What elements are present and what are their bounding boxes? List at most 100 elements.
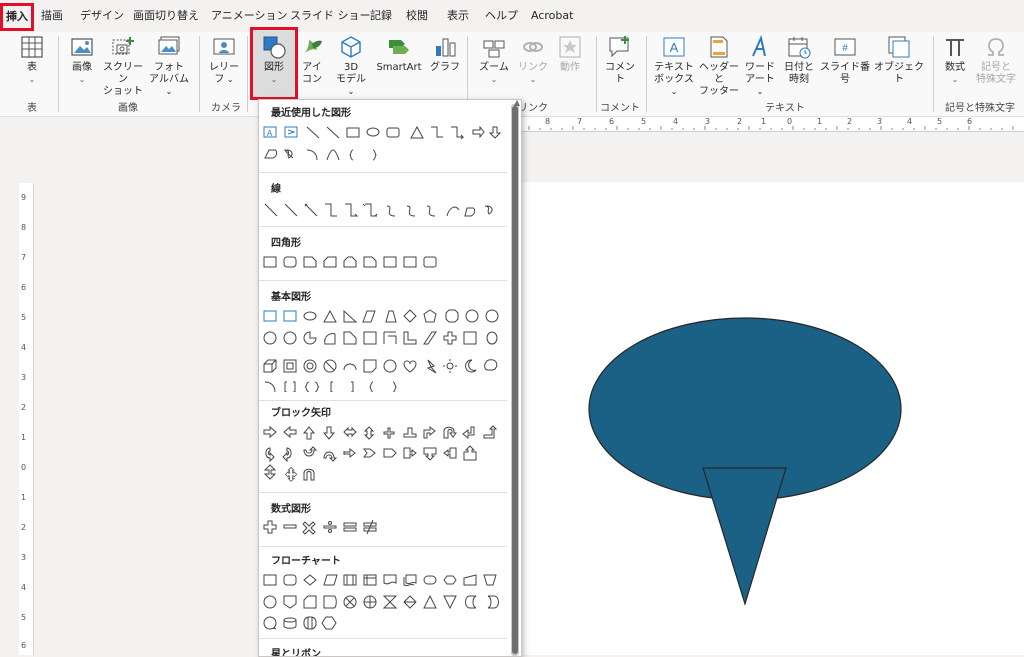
shapes-label: 図形 bbox=[264, 62, 284, 73]
ruler-label: 5 bbox=[641, 117, 647, 126]
3d-label-1: 3D bbox=[343, 62, 359, 73]
callout-pointer[interactable] bbox=[702, 467, 787, 607]
tab-slideshow[interactable]: スライド ショー bbox=[290, 0, 371, 32]
tab-transitions[interactable]: 画面切り替え bbox=[133, 0, 199, 32]
object-button[interactable]: オブジェクト bbox=[874, 32, 924, 86]
ruler-label: 3 bbox=[21, 373, 27, 382]
group-symbols-label: 記号と特殊文字 bbox=[945, 103, 1015, 114]
slide-number-label: スライド番号 bbox=[820, 62, 870, 85]
scrollbar-thumb[interactable] bbox=[512, 106, 518, 654]
3d-models-button[interactable]: 3D モデル ⌄ bbox=[332, 32, 370, 98]
slide-number-icon: # bbox=[834, 38, 856, 56]
ruler-label: 6 bbox=[21, 283, 27, 292]
zoom-button[interactable]: ズーム ⌄ bbox=[477, 32, 511, 86]
action-label: 動作 bbox=[560, 62, 580, 73]
tab-view[interactable]: 表示 bbox=[447, 0, 469, 32]
shapes-button[interactable]: 図形 ⌄ bbox=[253, 32, 295, 86]
photo-album-button[interactable]: フォト アルバム ⌄ bbox=[148, 32, 190, 98]
block-arrows-grid[interactable] bbox=[261, 424, 507, 488]
ruler-label: 3 bbox=[705, 117, 711, 126]
ruler-label: 0 bbox=[787, 117, 793, 126]
flowchart-grid[interactable] bbox=[261, 572, 507, 632]
comment-label: コメント bbox=[605, 62, 635, 85]
smartart-label: SmartArt bbox=[376, 62, 422, 73]
svg-text:#: # bbox=[842, 43, 848, 54]
divider bbox=[259, 226, 507, 227]
divider bbox=[259, 492, 507, 493]
section-rectangles-title: 四角形 bbox=[271, 238, 301, 249]
photo-album-icon bbox=[158, 36, 180, 55]
screenshot-icon bbox=[112, 37, 134, 55]
ruler-label: 7 bbox=[577, 117, 583, 126]
ruler-label: 1 bbox=[817, 117, 823, 126]
object-icon bbox=[888, 36, 910, 58]
scroll-up-icon[interactable]: ▲ bbox=[514, 100, 520, 107]
divider bbox=[199, 36, 200, 112]
action-button[interactable]: 動作 bbox=[554, 32, 586, 74]
cameo-label-2: フ bbox=[214, 74, 225, 85]
equation-shapes-grid[interactable] bbox=[261, 518, 507, 538]
ruler-label: 6 bbox=[21, 641, 27, 650]
chevron-down-icon: ⌄ bbox=[78, 75, 86, 84]
tab-draw[interactable]: 描画 bbox=[41, 0, 63, 32]
tab-help[interactable]: ヘルプ bbox=[485, 0, 518, 32]
symbol-label-2: 特殊文字 bbox=[976, 74, 1016, 85]
omega-icon bbox=[988, 38, 1004, 56]
table-button[interactable]: 表 ⌄ bbox=[16, 32, 48, 86]
textbox-button[interactable]: A テキスト ボックス ⌄ bbox=[652, 32, 696, 98]
section-recent-title: 最近使用した図形 bbox=[271, 108, 351, 119]
vertical-ruler: 9 8 7 6 5 4 3 2 1 0 1 2 3 4 5 6 bbox=[19, 183, 34, 655]
comment-button[interactable]: コメント bbox=[602, 32, 638, 86]
section-basic-title: 基本図形 bbox=[271, 292, 311, 303]
tab-design[interactable]: デザイン bbox=[80, 0, 124, 32]
equation-button[interactable]: 数式 ⌄ bbox=[940, 32, 970, 86]
link-button[interactable]: リンク ⌄ bbox=[516, 32, 550, 86]
header-footer-button[interactable]: ヘッダーと フッター bbox=[698, 32, 740, 98]
picture-button[interactable]: 画像 ⌄ bbox=[64, 32, 100, 86]
chart-label: グラフ bbox=[430, 62, 460, 73]
divider bbox=[259, 638, 507, 639]
ruler-label: 8 bbox=[21, 223, 27, 232]
album-label-2: アルバム bbox=[149, 74, 189, 85]
textbox-icon: A bbox=[663, 37, 685, 57]
tab-record[interactable]: 記録 bbox=[370, 0, 392, 32]
recent-shapes-grid[interactable]: A bbox=[261, 124, 507, 166]
header-footer-icon bbox=[710, 36, 728, 58]
ruler-label: 2 bbox=[847, 117, 853, 126]
bar-chart-icon bbox=[436, 38, 456, 57]
ruler-label: 3 bbox=[877, 117, 883, 126]
ruler-label: 1 bbox=[761, 117, 767, 126]
callout-shape[interactable] bbox=[521, 182, 1024, 655]
ruler-label: 4 bbox=[907, 117, 913, 126]
picture-label: 画像 bbox=[72, 62, 92, 73]
link-icon bbox=[523, 42, 543, 52]
tab-acrobat[interactable]: Acrobat bbox=[531, 0, 573, 32]
slide-number-button[interactable]: # スライド番号 bbox=[818, 32, 872, 86]
tab-insert[interactable]: 挿入 bbox=[0, 3, 34, 31]
symbol-button[interactable]: 記号と 特殊文字 bbox=[974, 32, 1018, 86]
object-label: オブジェクト bbox=[874, 62, 924, 85]
divider bbox=[259, 172, 507, 173]
group-table-label: 表 bbox=[27, 103, 37, 114]
chart-button[interactable]: グラフ bbox=[428, 32, 462, 74]
basic-shapes-grid[interactable] bbox=[261, 308, 507, 392]
ruler-label: 6 bbox=[967, 117, 973, 126]
ruler-label: 5 bbox=[937, 117, 943, 126]
icons-button[interactable]: アイ コン bbox=[298, 32, 326, 86]
rectangles-grid[interactable] bbox=[261, 254, 507, 272]
shapes-dropdown[interactable]: ▲ 最近使用した図形 A 線 四角形 基本図形 ブロック矢印 数式図形 フローチ… bbox=[258, 99, 522, 657]
symbol-label-1: 記号と bbox=[981, 62, 1011, 73]
date-time-button[interactable]: 日付と 時刻 bbox=[782, 32, 816, 86]
pi-icon bbox=[946, 39, 964, 56]
slide-canvas[interactable] bbox=[521, 182, 1024, 655]
chevron-down-icon: ⌄ bbox=[490, 75, 498, 84]
cameo-button[interactable]: レリー フ ⌄ bbox=[206, 32, 242, 86]
wordart-button[interactable]: ワード アート ⌄ bbox=[742, 32, 778, 98]
tab-review[interactable]: 校閲 bbox=[406, 0, 428, 32]
shapes-icon bbox=[263, 36, 286, 59]
lines-grid[interactable] bbox=[261, 200, 507, 220]
star-icon bbox=[559, 36, 581, 58]
table-icon bbox=[21, 36, 43, 58]
chevron-down-icon: ⌄ bbox=[270, 75, 278, 84]
smartart-button[interactable]: SmartArt bbox=[374, 32, 424, 74]
